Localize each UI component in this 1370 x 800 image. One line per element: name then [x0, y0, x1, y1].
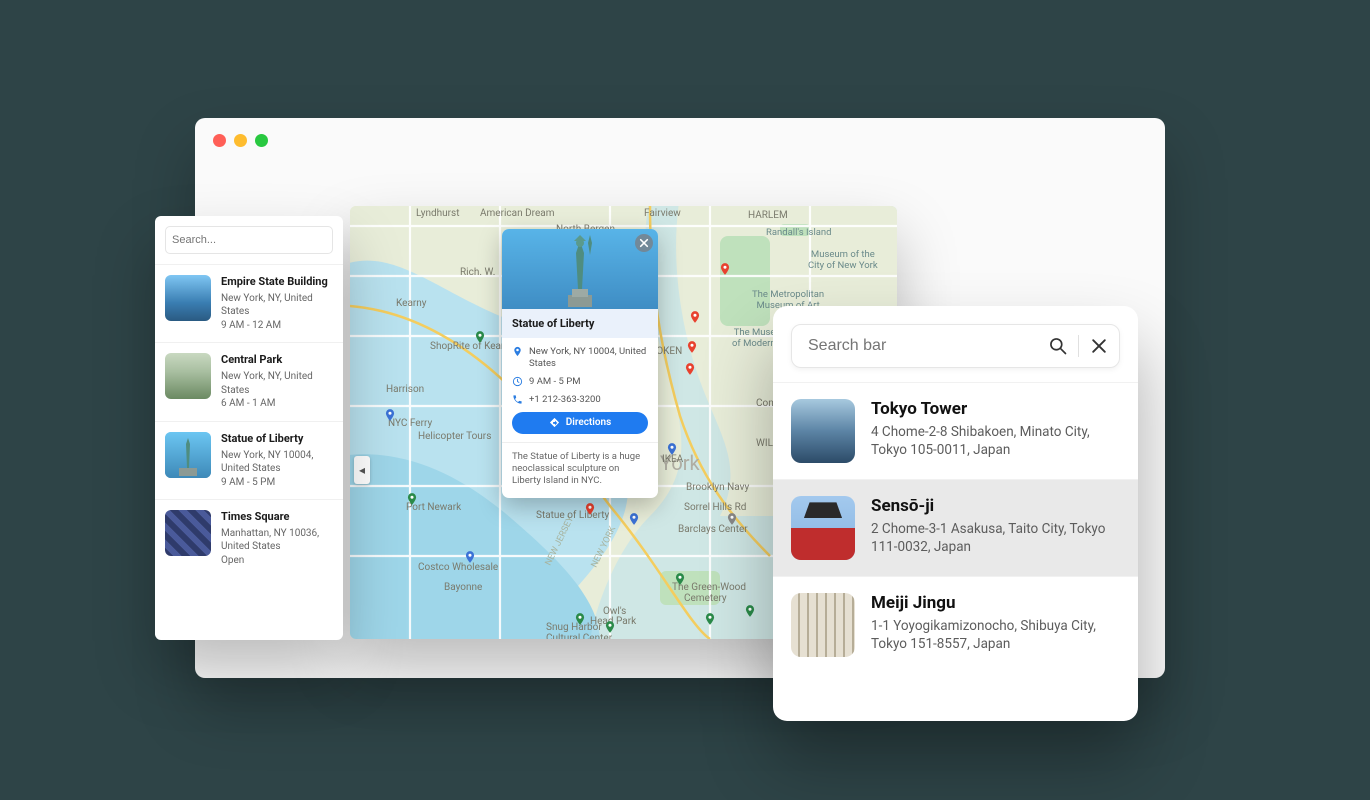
result-address: 2 Chome-3-1 Asakusa, Taito City, Tokyo 1… — [871, 520, 1120, 556]
place-meta: 9 AM - 12 AM — [221, 319, 333, 333]
map-pin-icon[interactable] — [743, 604, 757, 618]
divider — [1078, 335, 1079, 357]
popup-phone: +1 212-363-3200 — [529, 394, 601, 406]
result-address: 4 Chome-2-8 Shibakoen, Minato City, Toky… — [871, 423, 1120, 459]
place-thumbnail — [165, 275, 211, 321]
popup-description: The Statue of Liberty is a huge neoclass… — [502, 442, 658, 498]
sidebar-search-input[interactable] — [172, 234, 314, 246]
map-pin-icon[interactable] — [683, 362, 697, 376]
result-item[interactable]: Sensō-ji 2 Chome-3-1 Asakusa, Taito City,… — [773, 479, 1138, 576]
map-pin-icon[interactable] — [685, 340, 699, 354]
place-meta: Open — [221, 554, 333, 568]
place-meta: 9 AM - 5 PM — [221, 476, 333, 490]
result-title: Meiji Jingu — [871, 593, 1120, 613]
place-address: New York, NY, United States — [221, 370, 333, 397]
map-pin-icon[interactable] — [627, 512, 641, 526]
window-titlebar — [195, 118, 1165, 162]
place-title: Central Park — [221, 353, 333, 368]
map-pin-icon[interactable] — [703, 612, 717, 626]
map-pin-icon[interactable] — [665, 442, 679, 456]
large-search-input[interactable] — [802, 337, 1048, 355]
result-item[interactable]: Meiji Jingu 1-1 Yoyogikamizonocho, Shibuy… — [773, 576, 1138, 673]
map-pin-icon[interactable] — [673, 572, 687, 586]
place-thumbnail — [165, 510, 211, 556]
result-thumbnail — [791, 399, 855, 463]
places-sidebar: Empire State Building New York, NY, Unite… — [155, 216, 343, 640]
popup-hero-image — [502, 229, 658, 309]
map-pin-icon[interactable] — [463, 550, 477, 564]
clear-icon[interactable] — [1089, 336, 1109, 356]
sidebar-list: Empire State Building New York, NY, Unite… — [155, 264, 343, 577]
popup-title: Statue of Liberty — [502, 309, 658, 338]
location-pin-icon — [512, 346, 523, 357]
popup-close-button[interactable] — [635, 234, 653, 252]
popup-phone-row: +1 212-363-3200 — [512, 394, 648, 406]
map-pin-icon[interactable] — [688, 310, 702, 324]
popup-address-row: New York, NY 10004, United States — [512, 346, 648, 370]
large-search[interactable] — [791, 324, 1120, 368]
result-title: Tokyo Tower — [871, 399, 1120, 419]
popup-address: New York, NY 10004, United States — [529, 346, 648, 370]
close-icon — [639, 238, 649, 248]
map-pin-icon[interactable] — [383, 408, 397, 422]
place-address: New York, NY, United States — [221, 292, 333, 319]
map-pin-icon[interactable] — [725, 512, 739, 526]
result-thumbnail — [791, 593, 855, 657]
place-meta: 6 AM - 1 AM — [221, 397, 333, 411]
phone-icon — [512, 394, 523, 405]
clock-icon — [512, 376, 523, 387]
sidebar-item[interactable]: Central Park New York, NY, United States6… — [155, 342, 343, 420]
map-collapse-toggle[interactable]: ◂ — [354, 456, 370, 484]
search-icon — [1048, 336, 1068, 356]
place-address: New York, NY 10004, United States — [221, 449, 333, 476]
map-pin-icon[interactable] — [583, 502, 597, 516]
map-pin-icon[interactable] — [718, 262, 732, 276]
place-thumbnail — [165, 353, 211, 399]
result-thumbnail — [791, 496, 855, 560]
directions-button[interactable]: Directions — [512, 412, 648, 434]
place-popup: Statue of Liberty New York, NY 10004, Un… — [502, 229, 658, 498]
window-minimize-icon[interactable] — [234, 134, 247, 147]
result-title: Sensō-ji — [871, 496, 1120, 516]
sidebar-item[interactable]: Empire State Building New York, NY, Unite… — [155, 264, 343, 342]
place-thumbnail — [165, 432, 211, 478]
place-address: Manhattan, NY 10036, United States — [221, 527, 333, 554]
chevron-left-icon: ◂ — [359, 463, 365, 477]
sidebar-item[interactable]: Statue of Liberty New York, NY 10004, Uni… — [155, 421, 343, 499]
directions-icon — [549, 417, 560, 428]
map-pin-icon[interactable] — [473, 330, 487, 344]
search-results-card: Tokyo Tower 4 Chome-2-8 Shibakoen, Minato… — [773, 306, 1138, 721]
map-pin-icon[interactable] — [603, 620, 617, 634]
results-list: Tokyo Tower 4 Chome-2-8 Shibakoen, Minato… — [773, 382, 1138, 673]
directions-button-label: Directions — [566, 417, 612, 428]
popup-hours: 9 AM - 5 PM — [529, 376, 581, 388]
place-title: Empire State Building — [221, 275, 333, 290]
sidebar-item[interactable]: Times Square Manhattan, NY 10036, United … — [155, 499, 343, 577]
map-pin-icon[interactable] — [573, 612, 587, 626]
sidebar-search[interactable] — [165, 226, 333, 254]
statue-of-liberty-icon — [560, 233, 600, 309]
map-pin-icon[interactable] — [405, 492, 419, 506]
result-address: 1-1 Yoyogikamizonocho, Shibuya City, Tok… — [871, 617, 1120, 653]
place-title: Times Square — [221, 510, 333, 525]
result-item[interactable]: Tokyo Tower 4 Chome-2-8 Shibakoen, Minato… — [773, 382, 1138, 479]
popup-hours-row: 9 AM - 5 PM — [512, 376, 648, 388]
window-close-icon[interactable] — [213, 134, 226, 147]
window-maximize-icon[interactable] — [255, 134, 268, 147]
place-title: Statue of Liberty — [221, 432, 333, 447]
